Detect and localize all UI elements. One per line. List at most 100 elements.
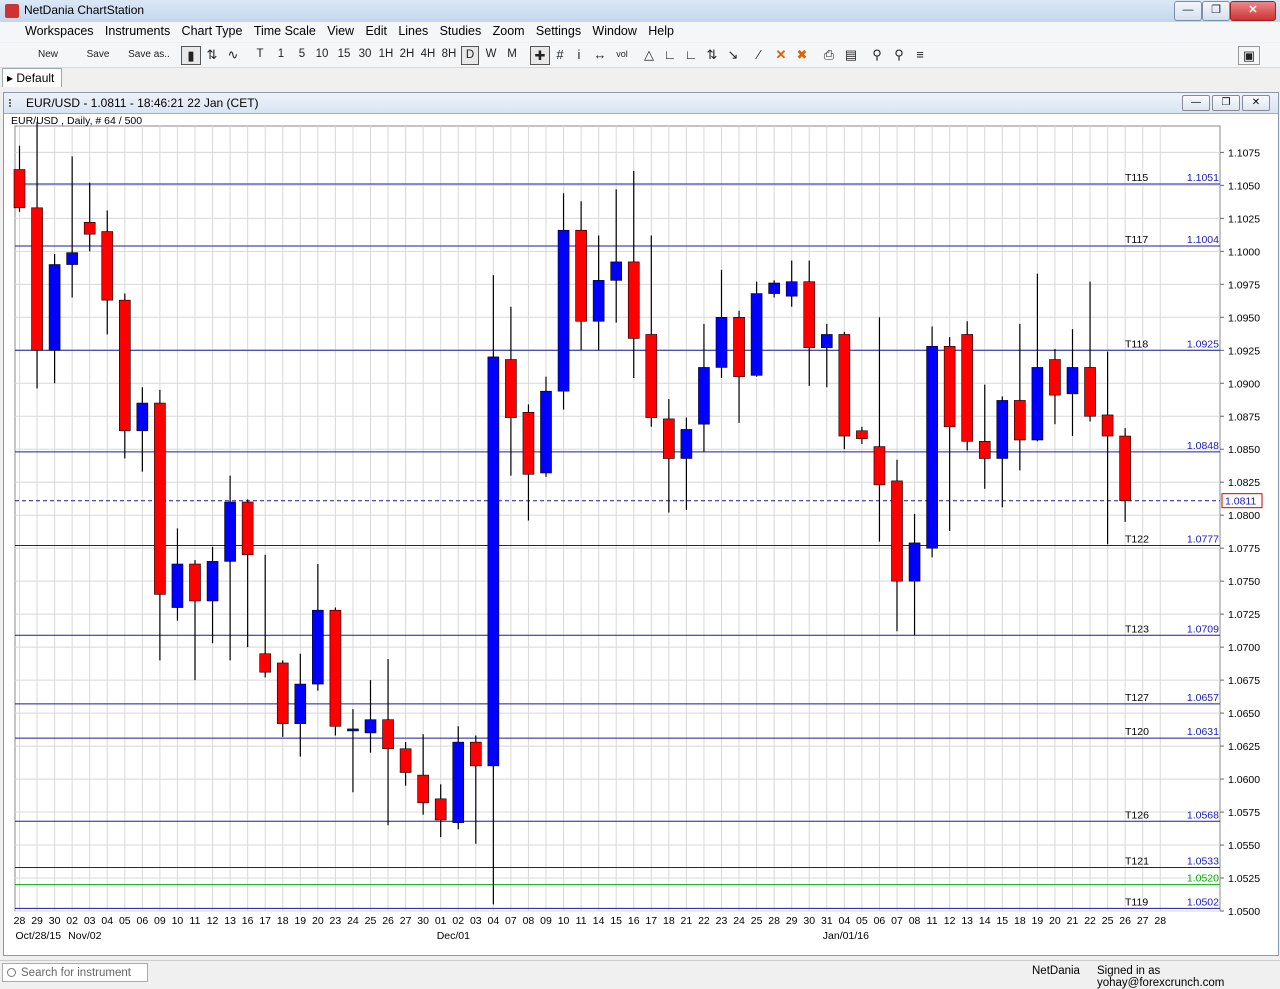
candle-down <box>241 501 254 556</box>
x-tick-label: 07 <box>891 915 903 927</box>
grid-icon[interactable]: # <box>551 46 569 63</box>
x-tick-label: 30 <box>49 915 61 927</box>
candle-up <box>487 356 500 767</box>
x-tick-label: 30 <box>417 915 429 927</box>
menu-chart-type[interactable]: Chart Type <box>179 22 246 40</box>
chart-close-icon[interactable]: ✕ <box>1242 95 1270 111</box>
menu-help[interactable]: Help <box>645 22 677 40</box>
chart-minimize-icon[interactable]: — <box>1182 95 1210 111</box>
tab-default[interactable]: ▸ Default <box>2 68 62 87</box>
info-icon[interactable]: i <box>572 46 586 63</box>
window-grip-icon <box>9 99 19 107</box>
timescale-1m[interactable]: 1 <box>274 46 288 63</box>
new-button[interactable]: New <box>30 46 66 63</box>
x-tick-label: 02 <box>452 915 464 927</box>
crosshair-icon[interactable]: ✚ <box>530 46 550 65</box>
minimize-icon[interactable]: — <box>1174 1 1202 21</box>
candle-down <box>627 261 640 339</box>
chart-restore-icon[interactable]: ❐ <box>1212 95 1240 111</box>
candle-up <box>66 252 78 265</box>
price-chart[interactable]: T115 1.1051 T117 1.1004 T118 1.0925 1.0848 T122… <box>5 114 1275 954</box>
scroll-icon[interactable]: ↔ <box>591 46 609 63</box>
print-icon[interactable]: ⎙ <box>820 46 838 63</box>
x-tick-label: 21 <box>1067 915 1079 927</box>
menu-lines[interactable]: Lines <box>395 22 431 40</box>
zoom-out-icon[interactable]: ⚲ <box>890 46 908 63</box>
candle-up <box>171 563 184 608</box>
plot-frame <box>14 125 1221 912</box>
timescale-8h[interactable]: 8H <box>440 46 458 63</box>
search-input[interactable]: Search for instrument <box>2 963 148 982</box>
y-tick-label: 1.0725 <box>1228 609 1260 621</box>
x-tick-label: 01 <box>435 915 447 927</box>
candle-down <box>417 774 429 804</box>
x-tick-label: 26 <box>1119 915 1131 927</box>
menu-zoom[interactable]: Zoom <box>490 22 528 40</box>
timescale-5m[interactable]: 5 <box>295 46 309 63</box>
timescale-daily[interactable]: D <box>461 46 479 65</box>
timescale-15m[interactable]: 15 <box>335 46 353 63</box>
save-as-button[interactable]: Save as.. <box>126 46 172 63</box>
timescale-2h[interactable]: 2H <box>398 46 416 63</box>
candle-down <box>522 411 535 475</box>
timescale-30m[interactable]: 30 <box>356 46 374 63</box>
x-tick-label: 09 <box>154 915 166 927</box>
panel-toggle-icon[interactable]: ▣ <box>1238 46 1260 65</box>
close-icon[interactable]: ✕ <box>1230 1 1276 21</box>
restore-icon[interactable]: ❐ <box>1202 1 1230 21</box>
candle-down <box>575 229 587 322</box>
line-chart-icon[interactable]: ∿ <box>224 46 242 63</box>
volume-icon[interactable]: vol <box>612 46 632 63</box>
alert-bell-icon[interactable]: △ <box>640 46 658 63</box>
menu-settings[interactable]: Settings <box>533 22 584 40</box>
save-button[interactable]: Save <box>80 46 116 63</box>
menu-window[interactable]: Window <box>589 22 639 40</box>
menu-instruments[interactable]: Instruments <box>102 22 173 40</box>
menu-view[interactable]: View <box>324 22 357 40</box>
y-tick-label: 1.0975 <box>1228 279 1260 291</box>
menu-workspaces[interactable]: Workspaces <box>22 22 97 40</box>
x-tick-label: 05 <box>119 915 131 927</box>
trendline-icon[interactable]: ∟ <box>661 46 679 63</box>
horizontal-line-value: 1.1004 <box>1187 234 1219 246</box>
arrow-tool-icon[interactable]: ↘ <box>724 46 742 63</box>
candlestick-chart-icon[interactable]: ▮ <box>181 46 201 65</box>
delete-all-icon[interactable]: ✖ <box>793 46 811 63</box>
timescale-weekly[interactable]: W <box>483 46 499 63</box>
fibonacci-icon[interactable]: ⇅ <box>703 46 721 63</box>
channel-icon[interactable]: ∟ <box>682 46 700 63</box>
menu-bar: Workspaces Instruments Chart Type Time S… <box>0 22 1280 42</box>
menu-edit[interactable]: Edit <box>362 22 390 40</box>
x-tick-label: 15 <box>996 915 1008 927</box>
zoom-reset-icon[interactable]: ≡ <box>911 46 929 63</box>
candle-down <box>891 480 903 582</box>
x-tick-label: 24 <box>347 915 359 927</box>
menu-studies[interactable]: Studies <box>437 22 485 40</box>
x-tick-label: 29 <box>786 915 798 927</box>
status-bar: Search for instrument NetDania Signed in… <box>0 960 1280 989</box>
delete-icon[interactable]: ✕ <box>772 46 790 63</box>
candle-down <box>13 169 26 209</box>
timescale-4h[interactable]: 4H <box>419 46 437 63</box>
timescale-10m[interactable]: 10 <box>313 46 331 63</box>
draw-line-icon[interactable]: ∕ <box>750 46 768 63</box>
x-tick-label: 22 <box>698 915 710 927</box>
timescale-1h[interactable]: 1H <box>377 46 395 63</box>
timescale-monthly[interactable]: M <box>504 46 520 63</box>
horizontal-line-label: T121 <box>1125 855 1149 867</box>
menu-time-scale[interactable]: Time Scale <box>251 22 319 40</box>
zoom-in-icon[interactable]: ⚲ <box>868 46 886 63</box>
candle-down <box>434 798 447 821</box>
candle-down <box>101 231 114 301</box>
y-tick-label: 1.0875 <box>1228 411 1260 423</box>
y-tick-label: 1.0575 <box>1228 807 1260 819</box>
x-tick-label: 25 <box>751 915 763 927</box>
bar-chart-icon[interactable]: ⇅ <box>203 46 221 63</box>
x-tick-label: 13 <box>961 915 973 927</box>
candle-up <box>224 501 236 562</box>
timescale-tick[interactable]: T <box>252 46 268 63</box>
candle-up <box>294 683 307 724</box>
candle-up <box>206 561 219 602</box>
print-preview-icon[interactable]: ▤ <box>842 46 860 63</box>
chart-window-caption: EUR/USD - 1.0811 - 18:46:21 22 Jan (CET) <box>26 96 259 110</box>
